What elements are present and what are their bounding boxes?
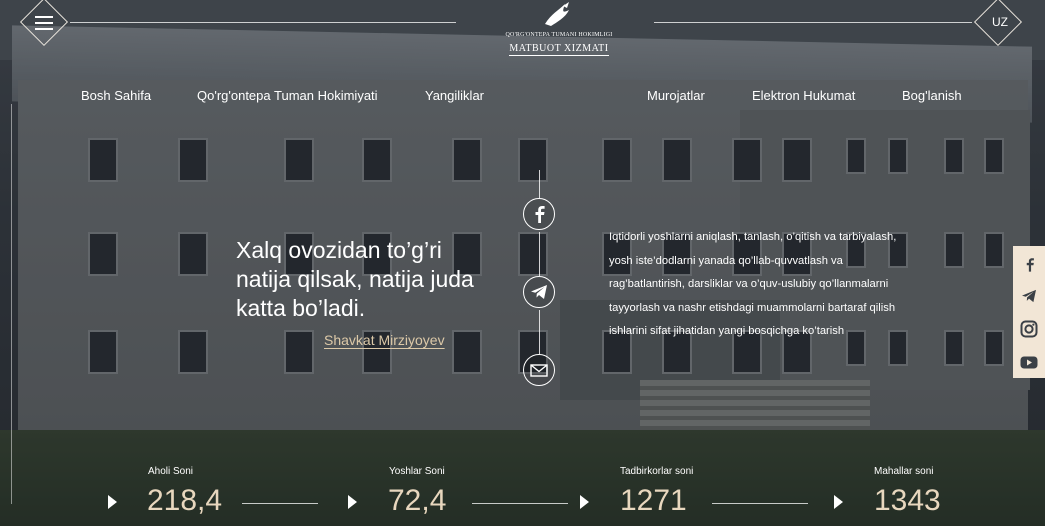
play-arrow-icon [108,495,117,509]
bird-emblem-icon [545,2,569,26]
social-line-mid2 [539,310,540,354]
hero-description: Iqtidorli yoshlarni aniqlash, tanlash, o… [609,231,897,337]
stat-label-youth: Yoshlar Soni [389,466,445,477]
side-telegram-button[interactable] [1019,286,1039,306]
stat-divider [242,503,318,504]
hamburger-icon [35,16,53,34]
stat-value-youth: 72,4 [388,484,447,517]
header-divider-left [70,22,456,23]
left-frame-line [11,104,12,504]
play-arrow-icon [580,495,589,509]
telegram-icon [531,285,547,299]
stat-value-mahallas: 1343 [874,484,941,517]
mail-icon [530,363,548,377]
telegram-button[interactable] [523,276,555,308]
side-social-bar [1013,246,1045,378]
facebook-icon [535,206,545,223]
facebook-icon [1026,257,1034,272]
stat-value-population: 218,4 [147,484,223,517]
site-logo[interactable]: QO'RG'ONTEPA TUMANI HOKIMLIGI MATBUOT XI… [500,0,618,62]
instagram-icon [1020,320,1038,338]
nav-contact[interactable]: Bog'lanish [902,88,962,103]
mail-button[interactable] [523,354,555,386]
play-arrow-icon [348,495,357,509]
side-facebook-button[interactable] [1019,254,1039,274]
stat-divider [712,503,808,504]
social-line-mid1 [539,232,540,276]
language-button[interactable]: UZ [973,0,1023,47]
facebook-button[interactable] [523,198,555,230]
logo-subtitle: QO'RG'ONTEPA TUMANI HOKIMLIGI [505,32,613,38]
side-youtube-button[interactable] [1019,352,1039,372]
nav-news[interactable]: Yangiliklar [425,88,484,103]
side-instagram-button[interactable] [1019,319,1039,339]
nav-e-government[interactable]: Elektron Hukumat [752,88,855,103]
quote-author-link[interactable]: Shavkat Mirziyoyev [324,332,445,348]
stat-label-mahallas: Mahallar soni [874,466,934,477]
nav-district-administration[interactable]: Qo'rg'ontepa Tuman Hokimiyati [197,88,378,103]
logo-title: MATBUOT XIZMATI [509,43,609,56]
header-divider-right [654,22,972,23]
nav-home[interactable]: Bosh Sahifa [81,88,151,103]
social-line-top [539,170,540,198]
stat-label-entrepreneurs: Tadbirkorlar soni [620,466,694,477]
play-arrow-icon [834,495,843,509]
main-nav: Bosh Sahifa Qo'rg'ontepa Tuman Hokimiyat… [0,88,1045,104]
stat-value-entrepreneurs: 1271 [620,484,687,517]
youtube-icon [1020,356,1038,368]
menu-button[interactable] [19,0,69,47]
nav-appeals[interactable]: Murojatlar [647,88,705,103]
hero-quote: Xalq ovozidan to’g’ri natija qilsak, nat… [236,237,474,321]
telegram-icon [1022,289,1036,303]
stat-divider [472,503,568,504]
language-label: UZ [992,15,1008,29]
stat-label-population: Aholi Soni [148,466,194,477]
